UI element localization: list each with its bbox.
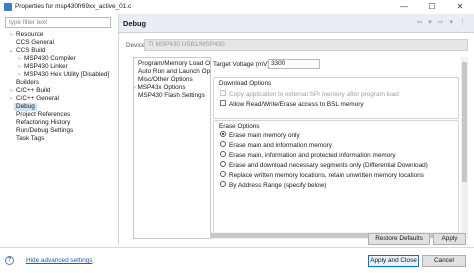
cancel-button[interactable]: Cancel	[422, 255, 466, 267]
title-bar: Properties for msp430fr69xx_active_01.c …	[0, 0, 474, 14]
tree-item-task-tags[interactable]: Task Tags	[16, 135, 44, 143]
radio-icon[interactable]	[220, 161, 226, 168]
maximize-button[interactable]: ☐	[418, 0, 446, 14]
scrollbar-thumb[interactable]	[462, 62, 467, 182]
download-options-title: Download Options	[219, 80, 272, 87]
footer-divider	[0, 247, 474, 248]
window-title: Properties for msp430fr69xx_active_01.c	[15, 3, 132, 10]
tree-item-builders[interactable]: Builders	[16, 79, 39, 87]
chevron-right-icon[interactable]: ›	[8, 87, 14, 95]
tree-item-debug[interactable]: Debug	[14, 103, 37, 111]
chevron-right-icon[interactable]: ›	[16, 63, 22, 71]
tree-item-label: Refactoring History	[16, 119, 71, 126]
device-field: TI MSP430 USB1/MSP430	[144, 39, 468, 51]
category-program-memory-load[interactable]: Program/Memory Load Op	[138, 60, 210, 68]
category-auto-run-launch[interactable]: Auto Run and Launch Opti	[138, 68, 210, 76]
allow-bsl-checkbox[interactable]	[220, 100, 226, 107]
tree-item-resource[interactable]: › Resource	[10, 31, 44, 39]
erase-options-title: Erase Options	[219, 123, 260, 130]
debug-category-list: Program/Memory Load Op Auto Run and Laun…	[133, 57, 211, 239]
close-button[interactable]: ✕	[446, 0, 474, 14]
erase-option-label: Replace written memory locations, retain…	[229, 172, 424, 179]
radio-icon[interactable]	[220, 171, 226, 178]
tree-item-refactoring-history[interactable]: Refactoring History	[16, 119, 70, 127]
erase-options-group: Erase Options Erase main memory only Era…	[213, 120, 459, 234]
radio-icon[interactable]	[220, 151, 226, 158]
download-options-group: Download Options Copy application to ext…	[213, 77, 459, 119]
apply-and-close-button[interactable]: Apply and Close	[368, 255, 419, 267]
allow-bsl-checkbox-row[interactable]: Allow Read/Write/Erase access to BSL mem…	[220, 100, 364, 109]
navigation-arrows-icon[interactable]: ⇦ ▾ ⇨ ▾ ⋮	[416, 18, 468, 26]
erase-option-address-range[interactable]: By Address Range (specify below)	[220, 181, 327, 190]
chevron-right-icon[interactable]: ›	[134, 85, 136, 91]
help-icon[interactable]: ?	[5, 256, 14, 265]
panel-header: Debug ⇦ ▾ ⇨ ▾ ⋮	[119, 14, 474, 33]
copy-spi-label: Copy application to external SPI memory …	[229, 91, 399, 98]
copy-spi-checkbox	[220, 90, 226, 97]
pane-divider[interactable]	[118, 14, 119, 245]
page-title: Debug	[123, 19, 146, 28]
category-msp430-flash-settings[interactable]: MSP430 Flash Settings	[138, 92, 210, 100]
tree-item-label: MSP430 Linker	[24, 63, 68, 70]
erase-option-label: Erase main and information memory	[229, 142, 333, 149]
copy-spi-checkbox-row: Copy application to external SPI memory …	[220, 90, 399, 99]
tree-item-label: Project References	[16, 111, 71, 118]
restore-defaults-button[interactable]: Restore Defaults	[368, 233, 430, 245]
app-icon	[4, 3, 12, 11]
tree-item-cpp-build[interactable]: › C/C++ Build	[10, 87, 51, 95]
chevron-right-icon[interactable]: ›	[16, 55, 22, 63]
tree-item-label: Run/Debug Settings	[16, 127, 74, 134]
tree-item-label: C/C++ General	[16, 95, 59, 102]
tree-item-label: Task Tags	[16, 135, 45, 142]
tree-item-label: MSP430 Hex Utility [Disabled]	[24, 71, 110, 78]
radio-selected-icon[interactable]	[220, 131, 226, 138]
property-tree: › Resource CCS General ⌄ CCS Build › MSP430…	[2, 31, 114, 245]
target-voltage-label: Target Voltage (mV)	[213, 61, 270, 68]
tree-item-run-debug-settings[interactable]: Run/Debug Settings	[16, 127, 73, 135]
allow-bsl-label: Allow Read/Write/Erase access to BSL mem…	[229, 101, 364, 108]
tree-item-msp430-hex-utility[interactable]: › MSP430 Hex Utility [Disabled]	[18, 71, 110, 79]
radio-icon[interactable]	[220, 181, 226, 188]
erase-option-replace-written[interactable]: Replace written memory locations, retain…	[220, 171, 424, 180]
chevron-down-icon[interactable]: ⌄	[8, 47, 14, 55]
erase-option-main-only[interactable]: Erase main memory only	[220, 131, 300, 140]
erase-option-label: Erase and download necessary segments on…	[229, 162, 428, 169]
chevron-right-icon[interactable]: ›	[8, 95, 14, 103]
erase-option-differential[interactable]: Erase and download necessary segments on…	[220, 161, 428, 170]
chevron-right-icon[interactable]: ›	[16, 71, 22, 79]
tree-item-label: Resource	[16, 31, 44, 38]
tree-item-label: CCS General	[16, 39, 55, 46]
filter-input[interactable]: type filter text	[5, 17, 111, 28]
category-misc-other[interactable]: Misc/Other Options	[138, 76, 210, 84]
erase-option-label: Erase main memory only	[229, 132, 300, 139]
tree-item-ccs-build[interactable]: ⌄ CCS Build	[9, 47, 46, 55]
minimize-button[interactable]: —	[390, 0, 418, 14]
hide-advanced-settings-link[interactable]: Hide advanced settings	[26, 257, 92, 264]
tree-item-label: CCS Build	[16, 47, 46, 54]
erase-option-label: By Address Range (specify below)	[229, 182, 327, 189]
tree-item-ccs-general[interactable]: CCS General	[16, 39, 54, 47]
category-label: MSP43x Options	[137, 84, 186, 91]
erase-option-main-info-protected[interactable]: Erase main, information and protected in…	[220, 151, 396, 160]
apply-button[interactable]: Apply	[433, 233, 466, 245]
tree-item-msp430-linker[interactable]: › MSP430 Linker	[18, 63, 68, 71]
target-voltage-input[interactable]: 3300	[268, 59, 320, 69]
chevron-right-icon[interactable]: ›	[8, 31, 14, 39]
tree-item-msp430-compiler[interactable]: › MSP430 Compiler	[18, 55, 76, 63]
tree-item-label: Builders	[16, 79, 40, 86]
category-msp43x-options[interactable]: › MSP43x Options	[134, 84, 206, 92]
erase-option-label: Erase main, information and protected in…	[229, 152, 396, 159]
tree-item-label: Debug	[16, 103, 35, 110]
flash-settings-content: Target Voltage (mV) 3300 Download Option…	[211, 57, 460, 239]
device-label: Device	[126, 42, 146, 49]
erase-option-main-info[interactable]: Erase main and information memory	[220, 141, 333, 150]
tree-item-label: C/C++ Build	[16, 87, 51, 94]
tree-item-cpp-general[interactable]: › C/C++ General	[10, 95, 59, 103]
radio-icon[interactable]	[220, 141, 226, 148]
tree-item-label: MSP430 Compiler	[24, 55, 76, 62]
tree-item-project-references[interactable]: Project References	[16, 111, 70, 119]
vertical-scrollbar[interactable]	[461, 57, 468, 239]
